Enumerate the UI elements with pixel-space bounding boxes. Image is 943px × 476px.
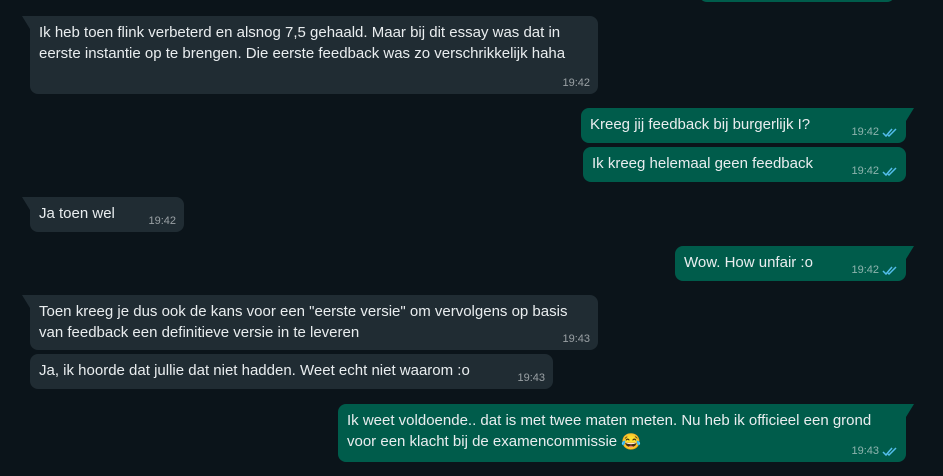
- message-text: Ik heb toen flink verbeterd en alsnog 7,…: [39, 24, 566, 62]
- incoming-message[interactable]: Ja, ik hoorde dat jullie dat niet hadden…: [30, 354, 553, 389]
- double-check-icon: [882, 446, 897, 456]
- message-text: Ik weet voldoende.. dat is met twee mate…: [347, 410, 897, 453]
- message-meta: 19:42: [851, 164, 898, 178]
- message-meta: 19:43: [562, 332, 590, 346]
- double-check-icon: [882, 166, 897, 176]
- incoming-message[interactable]: Ik heb toen flink verbeterd en alsnog 7,…: [22, 16, 598, 94]
- message-time: 19:42: [562, 77, 590, 89]
- message-text: Toen kreeg je dus ook de kans voor een "…: [39, 303, 568, 341]
- incoming-message[interactable]: Ja toen wel 19:42: [22, 197, 184, 232]
- previous-outgoing-bubble[interactable]: [699, 0, 895, 2]
- message-time: 19:43: [517, 372, 545, 384]
- chat-area: Ik heb toen flink verbeterd en alsnog 7,…: [0, 0, 943, 476]
- outgoing-message[interactable]: Ik kreeg helemaal geen feedback 19:42: [583, 147, 906, 182]
- incoming-message[interactable]: Toen kreeg je dus ook de kans voor een "…: [22, 295, 598, 350]
- message-time: 19:42: [851, 165, 879, 177]
- message-meta: 19:43: [517, 371, 545, 385]
- double-check-icon: [882, 265, 897, 275]
- laughing-emoji-icon: 😂: [621, 434, 642, 451]
- message-meta: 19:43: [851, 444, 898, 458]
- outgoing-message[interactable]: Wow. How unfair :o 19:42: [675, 246, 914, 281]
- message-time: 19:43: [562, 333, 590, 345]
- outgoing-message[interactable]: Kreeg jij feedback bij burgerlijk I? 19:…: [581, 108, 914, 143]
- message-time: 19:42: [148, 215, 176, 227]
- message-meta: 19:42: [851, 125, 898, 139]
- message-meta: 19:42: [851, 263, 898, 277]
- message-meta: 19:42: [562, 76, 590, 90]
- outgoing-message[interactable]: Ik weet voldoende.. dat is met twee mate…: [338, 404, 914, 462]
- message-meta: 19:42: [148, 214, 176, 228]
- message-text-content: Ik weet voldoende.. dat is met twee mate…: [347, 412, 872, 450]
- message-time: 19:43: [851, 445, 879, 457]
- double-check-icon: [882, 127, 897, 137]
- message-time: 19:42: [851, 126, 879, 138]
- message-text: Ja, ik hoorde dat jullie dat niet hadden…: [39, 362, 470, 379]
- message-time: 19:42: [851, 264, 879, 276]
